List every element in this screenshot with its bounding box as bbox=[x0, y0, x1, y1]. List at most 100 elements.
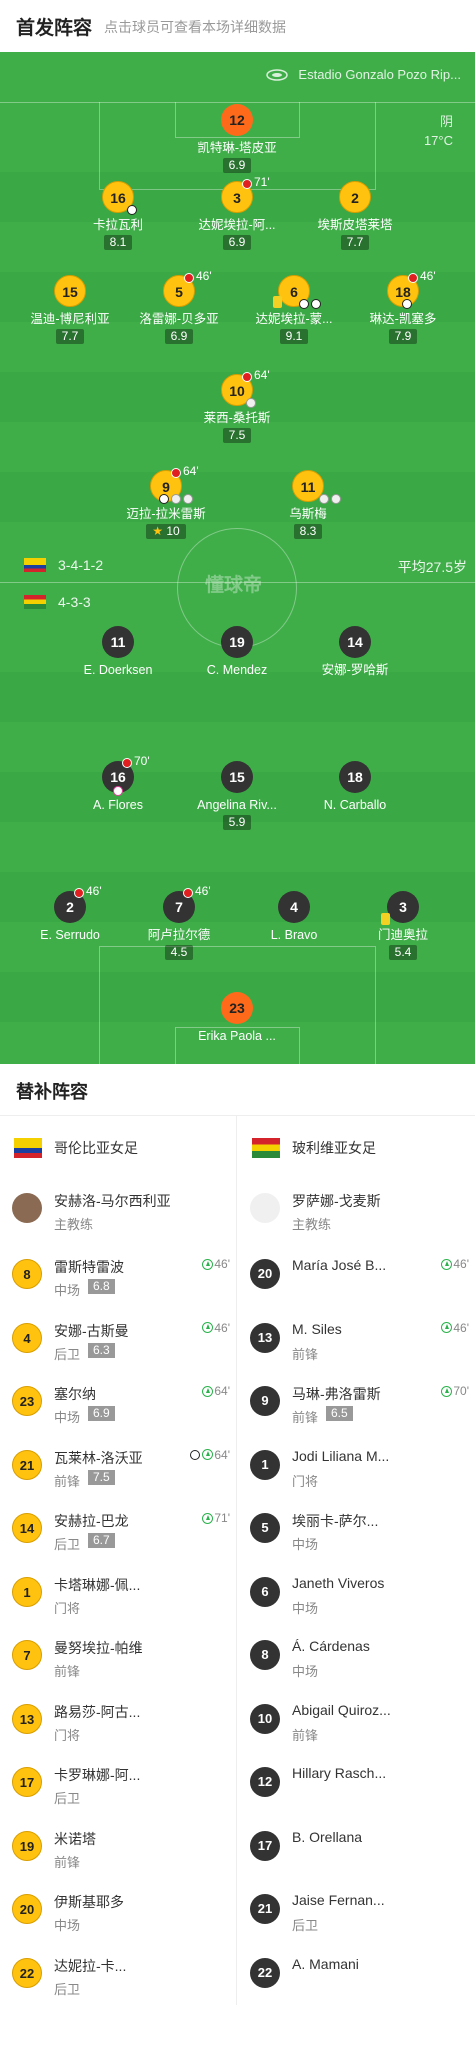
sub-player-row[interactable]: 5 埃丽卡-萨尔... 中场 bbox=[238, 1497, 475, 1561]
away-player[interactable]: 15 Angelina Riv... 5.9 bbox=[177, 761, 297, 831]
sub-player-row[interactable]: 1 Jodi Liliana M... 门将 bbox=[238, 1434, 475, 1498]
player-number-disk: 9 64' bbox=[150, 464, 199, 504]
bolivia-flag-icon bbox=[252, 1137, 280, 1158]
player-number-disk: 5 46' bbox=[163, 269, 212, 307]
sub-on-time: 70' bbox=[441, 1384, 469, 1398]
sub-name: 米诺塔 bbox=[54, 1830, 96, 1847]
home-player[interactable]: 10 64' 莱西-桑托斯 7.5 bbox=[177, 368, 297, 444]
sub-player-row[interactable]: 9 马琳-弗洛雷斯 前锋 6.5 70' bbox=[238, 1370, 475, 1434]
coach-row[interactable]: 罗萨娜-戈麦斯 主教练 bbox=[238, 1179, 475, 1243]
sub-time: 64' bbox=[183, 464, 199, 478]
player-name: 凯特琳-塔皮亚 bbox=[197, 141, 277, 155]
sub-player-row[interactable]: 8 Á. Cárdenas 中场 bbox=[238, 1624, 475, 1688]
away-player[interactable]: 11 E. Doerksen bbox=[58, 626, 178, 678]
sub-on-icon bbox=[202, 1258, 214, 1270]
sub-name: 卡塔琳娜-佩... bbox=[54, 1576, 141, 1593]
home-player[interactable]: 11 乌斯梅 8.3 bbox=[248, 470, 368, 540]
sub-player-row[interactable]: 8 雷斯特雷波 中场 6.8 46' bbox=[0, 1243, 236, 1307]
sub-player-row[interactable]: 22 A. Mamani bbox=[238, 1942, 475, 2006]
substitution-icon bbox=[171, 468, 181, 478]
sub-player-row[interactable]: 6 Janeth Viveros 中场 bbox=[238, 1561, 475, 1625]
sub-number: 12 bbox=[250, 1767, 280, 1797]
sub-player-row[interactable]: 20 María José B... 46' bbox=[238, 1243, 475, 1307]
away-player[interactable]: 19 C. Mendez bbox=[177, 626, 297, 678]
substitutes-header: 替补阵容 bbox=[0, 1064, 475, 1116]
average-age: 平均27.5岁 bbox=[397, 559, 467, 575]
home-player[interactable]: 18 46' 琳达-凯塞多 7.9 bbox=[343, 269, 463, 345]
sub-position: 前锋 bbox=[292, 1346, 319, 1362]
sub-number: 21 bbox=[250, 1894, 280, 1924]
player-name: 达妮埃拉-蒙... bbox=[255, 312, 333, 326]
sub-player-row[interactable]: 20 伊斯基耶多 中场 bbox=[0, 1878, 236, 1942]
player-name: 达妮埃拉-阿... bbox=[198, 218, 276, 232]
sub-player-row[interactable]: 22 达妮拉-卡... 后卫 bbox=[0, 1942, 236, 2006]
sub-number: 8 bbox=[12, 1259, 42, 1289]
yellow-card-icon bbox=[273, 296, 282, 308]
home-player[interactable]: 3 71' 达妮埃拉-阿... 6.9 bbox=[177, 175, 297, 251]
away-player[interactable]: 18 N. Carballo bbox=[295, 761, 415, 813]
sub-player-row[interactable]: 23 塞尔纳 中场 6.9 64' bbox=[0, 1370, 236, 1434]
home-player[interactable]: 12 凯特琳-塔皮亚 6.9 bbox=[177, 104, 297, 174]
away-player[interactable]: 3 门迪奥拉 5.4 bbox=[343, 891, 463, 961]
player-number-disk: 4 bbox=[278, 891, 310, 923]
away-player[interactable]: 2 46' E. Serrudo bbox=[10, 884, 130, 943]
sub-player-row[interactable]: 4 安娜-古斯曼 后卫 6.3 46' bbox=[0, 1307, 236, 1371]
player-rating: 4.5 bbox=[164, 945, 194, 960]
away-player[interactable]: 14 安娜-罗哈斯 bbox=[295, 626, 415, 678]
sub-on-time: 46' bbox=[202, 1257, 230, 1271]
assist-icon bbox=[331, 494, 341, 504]
sub-player-row[interactable]: 21 瓦莱林-洛沃亚 前锋 7.5 64' bbox=[0, 1434, 236, 1498]
away-player[interactable]: 4 L. Bravo bbox=[234, 891, 354, 943]
sub-player-row[interactable]: 1 卡塔琳娜-佩... 门将 bbox=[0, 1561, 236, 1625]
player-name: Erika Paola ... bbox=[198, 1029, 276, 1043]
player-number-disk: 2 46' bbox=[54, 884, 102, 923]
sub-rating: 6.8 bbox=[88, 1279, 115, 1294]
player-rating: 7.7 bbox=[55, 329, 85, 344]
sub-name: 马琳-弗洛雷斯 bbox=[292, 1386, 381, 1402]
sub-position: 前锋 bbox=[54, 1664, 81, 1679]
home-player[interactable]: 15 温迪-博尼利亚 7.7 bbox=[10, 275, 130, 345]
sub-on-icon bbox=[441, 1322, 453, 1333]
coach-row[interactable]: 安赫洛-马尔西利亚 主教练 bbox=[0, 1179, 236, 1243]
away-player[interactable]: 23 Erika Paola ... bbox=[177, 992, 297, 1044]
sub-position: 中场 bbox=[54, 1283, 81, 1298]
player-name: E. Doerksen bbox=[83, 663, 153, 677]
sub-player-row[interactable]: 13 路易莎-阿古... 门将 bbox=[0, 1688, 236, 1752]
sub-name: Jaise Fernan... bbox=[292, 1892, 385, 1908]
sub-number: 22 bbox=[250, 1957, 280, 1988]
sub-player-row[interactable]: 12 Hillary Rasch... bbox=[238, 1751, 475, 1815]
player-rating: 5.9 bbox=[222, 815, 252, 830]
player-name: 洛雷娜-贝多亚 bbox=[139, 312, 219, 326]
sub-position: 后卫 bbox=[54, 1537, 81, 1552]
sub-player-row[interactable]: 14 安赫拉-巴龙 后卫 6.7 71' bbox=[0, 1497, 236, 1561]
away-player[interactable]: 16 70' A. Flores bbox=[58, 754, 178, 813]
sub-position: 后卫 bbox=[54, 1791, 81, 1806]
away-player[interactable]: 7 46' 阿卢拉尔德 4.5 bbox=[119, 884, 239, 961]
home-player[interactable]: 2 埃斯皮塔莱塔 7.7 bbox=[295, 181, 415, 251]
sub-player-row[interactable]: 17 B. Orellana bbox=[238, 1815, 475, 1879]
sub-player-row[interactable]: 19 米诺塔 前锋 bbox=[0, 1815, 236, 1879]
home-player[interactable]: 5 46' 洛雷娜-贝多亚 6.9 bbox=[119, 269, 239, 345]
sub-name: 路易莎-阿古... bbox=[54, 1703, 141, 1720]
sub-number: 21 bbox=[12, 1449, 42, 1480]
sub-player-row[interactable]: 7 曼努埃拉-帕维 前锋 bbox=[0, 1624, 236, 1688]
player-number-disk: 16 bbox=[102, 181, 137, 215]
sub-player-row[interactable]: 10 Abigail Quiroz... 前锋 bbox=[238, 1688, 475, 1752]
sub-player-row[interactable]: 21 Jaise Fernan... 后卫 bbox=[238, 1878, 475, 1942]
player-name: 温迪-博尼利亚 bbox=[30, 312, 110, 326]
home-player[interactable]: 9 64' 迈拉-拉米雷斯 ★ 10 bbox=[106, 464, 226, 540]
sub-player-row[interactable]: 13 M. Siles 前锋 46' bbox=[238, 1307, 475, 1371]
player-number-disk: 3 71' bbox=[221, 175, 270, 213]
stadium-icon bbox=[266, 68, 289, 81]
sub-position: 中场 bbox=[54, 1410, 81, 1425]
home-player[interactable]: 6 达妮埃拉-蒙... 9.1 bbox=[234, 275, 354, 345]
sub-position: 后卫 bbox=[54, 1346, 81, 1362]
sub-player-row[interactable]: 17 卡罗琳娜-阿... 后卫 bbox=[0, 1751, 236, 1815]
sub-number: 13 bbox=[12, 1703, 42, 1734]
home-player[interactable]: 16 卡拉瓦利 8.1 bbox=[58, 181, 178, 251]
coach-role: 主教练 bbox=[54, 1217, 94, 1232]
sub-number: 6 bbox=[250, 1576, 280, 1607]
sub-time: 46' bbox=[420, 269, 436, 283]
player-rating: 6.9 bbox=[222, 235, 252, 250]
assist-icon bbox=[183, 494, 193, 504]
